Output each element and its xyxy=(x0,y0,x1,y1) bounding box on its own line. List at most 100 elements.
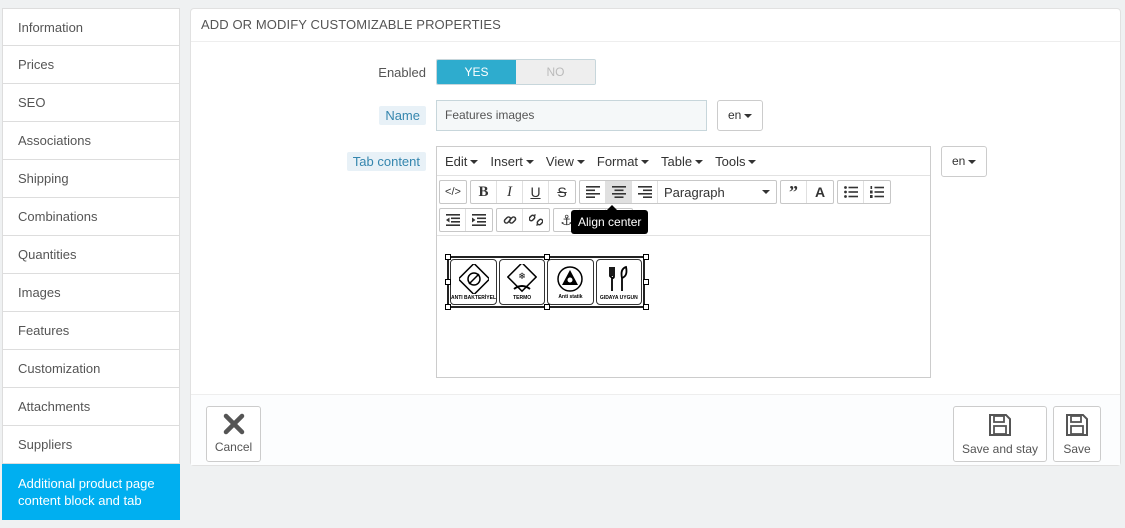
sidebar-item-quantities[interactable]: Quantities xyxy=(2,236,180,274)
chevron-down-icon xyxy=(576,160,585,165)
sidebar-item-attachments[interactable]: Attachments xyxy=(2,388,180,426)
align-left-icon[interactable] xyxy=(580,181,606,203)
strikethrough-icon[interactable]: S xyxy=(549,181,575,203)
sidebar-item-associations[interactable]: Associations xyxy=(2,122,180,160)
cancel-label: Cancel xyxy=(214,440,253,454)
bold-icon[interactable]: B xyxy=(471,181,497,203)
food-safe-caption: GIDAYA UYGUN xyxy=(599,294,638,301)
chevron-down-icon xyxy=(762,190,770,194)
features-image[interactable]: ANTI BAKTERİYEL ❄ TERMO Anti statik GIDA… xyxy=(445,254,649,310)
antistatic-caption: Anti statik xyxy=(558,293,583,300)
menu-format[interactable]: Format xyxy=(591,154,655,169)
resize-handle-w[interactable] xyxy=(445,279,451,285)
customizable-properties-panel: ADD OR MODIFY CUSTOMIZABLE PROPERTIES En… xyxy=(190,8,1121,466)
thermo-icon: ❄ xyxy=(507,263,538,292)
editor-toolbar-row-2: ⚓ xyxy=(437,206,930,234)
enabled-no-option[interactable]: NO xyxy=(516,60,595,84)
outdent-icon[interactable] xyxy=(440,209,466,231)
menu-edit-label: Edit xyxy=(445,153,468,169)
indent-group xyxy=(439,208,493,232)
underline-icon[interactable]: U xyxy=(523,181,549,203)
editor-toolbar-row-1: </> B I U S Paragraph ” A xyxy=(437,178,930,206)
list-group xyxy=(837,180,891,204)
link-icon[interactable] xyxy=(497,209,523,231)
menu-view[interactable]: View xyxy=(540,154,591,169)
tab-content-lang-dropdown[interactable]: en xyxy=(941,146,988,177)
resize-handle-sw[interactable] xyxy=(445,304,451,310)
bullet-list-icon[interactable] xyxy=(838,181,864,203)
blockquote-icon[interactable]: ” xyxy=(781,181,807,203)
unlink-icon[interactable] xyxy=(523,209,549,231)
save-and-stay-button[interactable]: Save and stay xyxy=(953,406,1047,462)
floppy-disk-icon xyxy=(1066,414,1088,436)
tab-content-lang-value: en xyxy=(952,154,966,168)
text-color-icon[interactable]: A xyxy=(807,181,833,203)
sidebar-item-prices[interactable]: Prices xyxy=(2,46,180,84)
antistatic-badge: Anti statik xyxy=(547,259,594,305)
sidebar-item-features[interactable]: Features xyxy=(2,312,180,350)
resize-handle-ne[interactable] xyxy=(643,254,649,260)
align-center-icon[interactable] xyxy=(606,181,632,203)
name-lang-value: en xyxy=(728,108,742,122)
food-safe-icon xyxy=(608,265,628,291)
resize-handle-s[interactable] xyxy=(544,304,550,310)
block-format-value: Paragraph xyxy=(664,184,725,200)
save-button[interactable]: Save xyxy=(1053,406,1101,462)
enabled-yes-option[interactable]: YES xyxy=(437,60,516,84)
menu-format-label: Format xyxy=(596,153,639,169)
chevron-down-icon xyxy=(748,160,757,165)
food-safe-badge: GIDAYA UYGUN xyxy=(595,259,642,305)
text-style-group: B I U S xyxy=(470,180,576,204)
tab-content-label-text: Tab content xyxy=(346,152,426,171)
antistatic-icon xyxy=(557,265,584,292)
rich-text-editor: Edit Insert View Format Table Tools </> … xyxy=(436,146,931,378)
product-tabs-sidebar: Information Prices SEO Associations Ship… xyxy=(2,8,180,520)
indent-icon[interactable] xyxy=(466,209,492,231)
source-code-icon[interactable]: </> xyxy=(440,181,466,203)
menu-edit[interactable]: Edit xyxy=(439,154,484,169)
menu-view-label: View xyxy=(545,153,574,169)
save-and-stay-label: Save and stay xyxy=(961,442,1039,456)
thermo-caption: TERMO xyxy=(513,294,532,301)
menu-table[interactable]: Table xyxy=(655,154,709,169)
menu-tools[interactable]: Tools xyxy=(709,154,762,169)
svg-text:❄: ❄ xyxy=(518,272,526,282)
editor-content-area[interactable]: ANTI BAKTERİYEL ❄ TERMO Anti statik GIDA… xyxy=(437,235,930,377)
chevron-down-icon xyxy=(744,113,753,118)
resize-handle-n[interactable] xyxy=(544,254,550,260)
resize-handle-nw[interactable] xyxy=(445,254,451,260)
sidebar-item-combinations[interactable]: Combinations xyxy=(2,198,180,236)
antibacterial-icon xyxy=(458,263,489,294)
italic-icon[interactable]: I xyxy=(497,181,523,203)
align-right-icon[interactable] xyxy=(632,181,658,203)
sidebar-item-shipping[interactable]: Shipping xyxy=(2,160,180,198)
antibacterial-badge: ANTI BAKTERİYEL xyxy=(450,259,497,305)
quote-color-group: ” A xyxy=(780,180,834,204)
alignment-group: Paragraph xyxy=(579,180,777,204)
chevron-down-icon xyxy=(525,160,534,165)
save-label: Save xyxy=(1063,442,1091,456)
cancel-button[interactable]: Cancel xyxy=(206,406,261,462)
name-lang-dropdown[interactable]: en xyxy=(717,100,764,131)
panel-title: ADD OR MODIFY CUSTOMIZABLE PROPERTIES xyxy=(191,9,1120,42)
menu-insert[interactable]: Insert xyxy=(484,154,540,169)
numbered-list-icon[interactable] xyxy=(864,181,890,203)
link-group xyxy=(496,208,550,232)
thermo-badge: ❄ TERMO xyxy=(499,259,546,305)
close-icon xyxy=(223,413,244,435)
editor-menubar: Edit Insert View Format Table Tools xyxy=(437,147,930,176)
name-input[interactable]: Features images xyxy=(436,100,707,131)
panel-footer: Cancel Save and stay Save xyxy=(191,394,1120,465)
sidebar-item-information[interactable]: Information xyxy=(2,8,180,46)
resize-handle-e[interactable] xyxy=(643,279,649,285)
block-format-select[interactable]: Paragraph xyxy=(658,181,776,203)
code-group: </> xyxy=(439,180,467,204)
resize-handle-se[interactable] xyxy=(643,304,649,310)
sidebar-item-additional-content[interactable]: Additional product page content block an… xyxy=(2,464,180,520)
enabled-switch[interactable]: YES NO xyxy=(436,59,596,85)
align-center-tooltip: Align center xyxy=(571,205,649,234)
sidebar-item-customization[interactable]: Customization xyxy=(2,350,180,388)
sidebar-item-suppliers[interactable]: Suppliers xyxy=(2,426,180,464)
sidebar-item-images[interactable]: Images xyxy=(2,274,180,312)
sidebar-item-seo[interactable]: SEO xyxy=(2,84,180,122)
